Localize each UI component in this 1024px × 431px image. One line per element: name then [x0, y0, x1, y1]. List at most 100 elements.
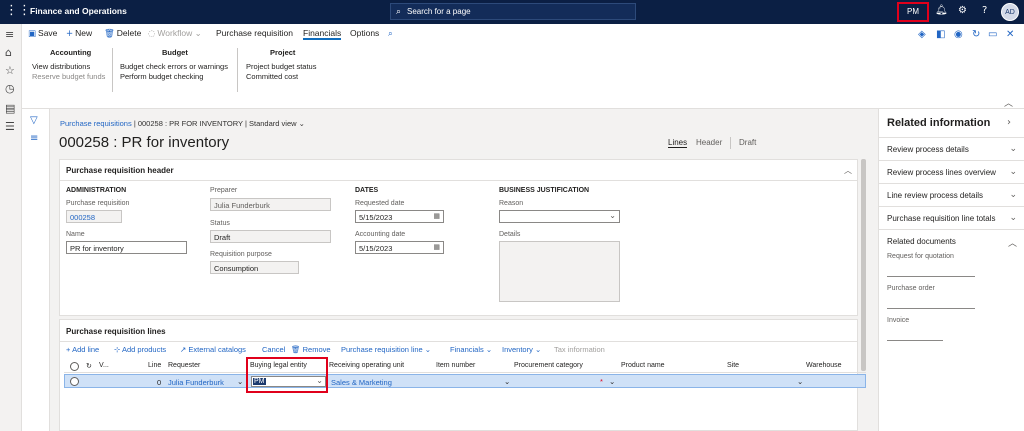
divider [887, 276, 975, 277]
requested-date-label: Requested date [355, 200, 405, 207]
tab-header[interactable]: Header [696, 138, 722, 147]
office-icon[interactable]: ◧ [936, 29, 945, 40]
close-icon[interactable]: ✕ [1006, 29, 1014, 40]
reason-dropdown[interactable]: ⌄ [499, 210, 620, 223]
help-icon[interactable]: ? [982, 5, 987, 16]
search-placeholder: Search for a page [407, 7, 471, 16]
requisition-purpose-field[interactable]: Consumption [210, 261, 299, 274]
related-item-review-process-lines-overview[interactable]: Review process lines overview ⌄ [879, 161, 1024, 184]
notifications-icon[interactable]: 🔔︎ [935, 5, 948, 16]
column-warehouse[interactable]: Warehouse [806, 362, 842, 369]
company-picker-button[interactable]: PM [897, 2, 929, 22]
reserve-budget-funds-link[interactable]: Reserve budget funds [32, 72, 105, 81]
workflow-button[interactable]: ◌ Workflow ⌄ [148, 28, 202, 39]
list-icon[interactable]: ≡ [30, 133, 38, 144]
collapse-icon[interactable]: ︿ [844, 165, 852, 176]
tab-lines[interactable]: Lines [668, 138, 688, 148]
details-textarea[interactable] [499, 241, 620, 302]
divider [60, 341, 857, 342]
tab-purchase-requisition[interactable]: Purchase requisition [216, 28, 293, 38]
name-field[interactable]: PR for inventory [66, 241, 187, 254]
settings-icon[interactable]: ⚙ [958, 5, 967, 16]
refresh-rows-icon[interactable]: ↻ [86, 362, 92, 370]
column-v[interactable]: V... [99, 362, 109, 369]
accounting-date-field[interactable]: 5/15/2023 ▦ [355, 241, 444, 254]
action-pane: ▣ Save + New 🗑︎ Delete ◌ Workflow ⌄ Purchase… [22, 24, 1024, 109]
calendar-icon[interactable]: ▦ [433, 212, 440, 220]
recent-icon[interactable]: ◷ [5, 82, 15, 95]
cancel-button[interactable]: Cancel [262, 345, 285, 354]
external-catalogs-label: External catalogs [188, 345, 246, 354]
table-row[interactable]: 0 Julia Funderburk ⌄ PM ⌄ Sales & Market… [64, 374, 866, 388]
header-card-title[interactable]: Purchase requisition header [66, 166, 174, 175]
related-item-review-process-details[interactable]: Review process details ⌄ [879, 138, 1024, 161]
power-apps-icon[interactable]: ◈ [918, 29, 926, 40]
preparer-field[interactable]: Julia Funderburk [210, 198, 331, 211]
row-select-radio[interactable] [70, 377, 79, 386]
tab-financials[interactable]: Financials [303, 28, 342, 40]
chevron-down-icon[interactable]: ⌄ [299, 119, 305, 128]
lines-card-title[interactable]: Purchase requisition lines [66, 327, 166, 336]
cell-requester[interactable]: Julia Funderburk [168, 378, 224, 387]
related-item-line-review-process-details[interactable]: Line review process details ⌄ [879, 184, 1024, 207]
purchase-requisition-line-menu[interactable]: Purchase requisition line ⌄ [341, 345, 431, 354]
search-input[interactable]: ⌕ Search for a page [390, 3, 636, 20]
requested-date-field[interactable]: 5/15/2023 ▦ [355, 210, 444, 223]
external-catalogs-button[interactable]: ↗ External catalogs [180, 345, 246, 354]
remove-button[interactable]: 🗑︎ Remove [291, 345, 331, 354]
related-item-label: Review process details [887, 145, 969, 154]
chevron-down-icon[interactable]: ⌄ [609, 377, 615, 386]
home-icon[interactable]: ⌂ [5, 46, 12, 59]
new-button[interactable]: + New [66, 28, 92, 39]
pr-number-field[interactable]: 000258 [66, 210, 122, 223]
chevron-right-icon[interactable]: › [1007, 117, 1011, 128]
business-justification-heading: BUSINESS JUSTIFICATION [499, 187, 590, 194]
workspaces-icon[interactable]: ▤ [5, 102, 15, 115]
hamburger-menu-icon[interactable]: ≡ [5, 28, 14, 41]
delete-button[interactable]: 🗑︎ Delete [104, 28, 141, 39]
avatar[interactable]: AD [1001, 3, 1019, 21]
open-new-window-icon[interactable]: ▭ [988, 29, 997, 40]
app-launcher-icon[interactable]: ⋮⋮ [5, 4, 31, 18]
vertical-scrollbar[interactable] [861, 159, 866, 371]
attachments-icon[interactable]: ◉ [954, 29, 963, 40]
collapse-action-pane-icon[interactable]: ︿ [1004, 96, 1013, 109]
status-field[interactable]: Draft [210, 230, 331, 243]
budget-check-errors-link[interactable]: Budget check errors or warnings [120, 62, 228, 71]
chevron-down-icon[interactable]: ⌄ [237, 377, 243, 386]
view-distributions-link[interactable]: View distributions [32, 62, 90, 71]
tax-information-button[interactable]: Tax information [554, 345, 605, 354]
tab-options[interactable]: Options [350, 28, 379, 38]
filter-icon[interactable]: ▽ [30, 115, 38, 126]
add-line-button[interactable]: + Add line [66, 345, 99, 354]
column-requester[interactable]: Requester [168, 362, 200, 369]
committed-cost-link[interactable]: Committed cost [246, 72, 298, 81]
inventory-menu[interactable]: Inventory ⌄ [502, 345, 541, 354]
chevron-down-icon[interactable]: ⌄ [504, 377, 510, 386]
cell-receiving-operating-unit[interactable]: Sales & Marketing [331, 378, 392, 387]
project-budget-status-link[interactable]: Project budget status [246, 62, 316, 71]
save-button[interactable]: ▣ Save [28, 28, 57, 39]
refresh-icon[interactable]: ↻ [972, 29, 980, 40]
related-item-pr-line-totals[interactable]: Purchase requisition line totals ⌄ [879, 207, 1024, 230]
related-item-related-documents[interactable]: Related documents ︿ [879, 230, 1024, 253]
column-receiving-operating-unit[interactable]: Receiving operating unit [329, 362, 404, 369]
column-product-name[interactable]: Product name [621, 362, 665, 369]
column-site[interactable]: Site [727, 362, 739, 369]
financials-menu[interactable]: Financials ⌄ [450, 345, 492, 354]
select-all-radio[interactable] [70, 362, 79, 371]
add-products-button[interactable]: ⊹ Add products [114, 345, 166, 354]
column-line[interactable]: Line [148, 362, 161, 369]
column-procurement-category[interactable]: Procurement category [514, 362, 583, 369]
app-title[interactable]: Finance and Operations [30, 6, 127, 16]
breadcrumb-link-purchase-requisitions[interactable]: Purchase requisitions [60, 119, 132, 128]
chevron-down-icon[interactable]: ⌄ [609, 211, 616, 220]
chevron-down-icon[interactable]: ⌄ [797, 377, 803, 386]
modules-icon[interactable]: ☰ [5, 120, 15, 133]
breadcrumb-rest[interactable]: | 000258 : PR FOR INVENTORY | Standard v… [134, 119, 297, 128]
perform-budget-checking-link[interactable]: Perform budget checking [120, 72, 203, 81]
calendar-icon[interactable]: ▦ [433, 243, 440, 251]
column-item-number[interactable]: Item number [436, 362, 475, 369]
favorites-icon[interactable]: ☆ [5, 64, 15, 77]
action-search-icon[interactable]: ⌕ [388, 28, 393, 39]
